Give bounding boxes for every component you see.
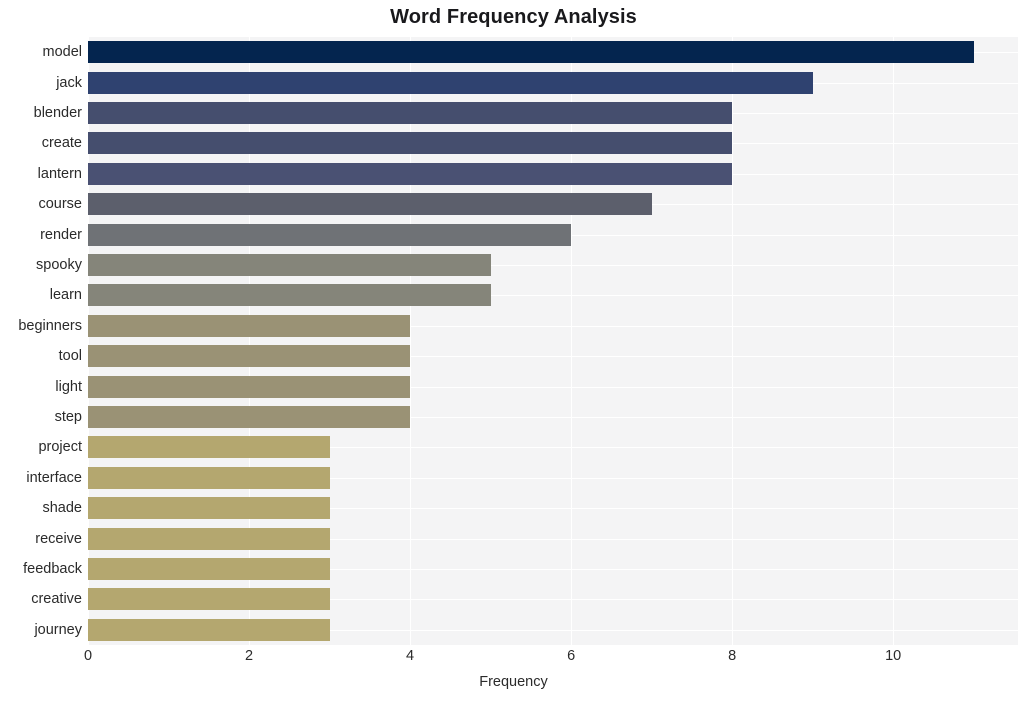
bar-series [88,37,1018,645]
y-tick-label: light [55,378,82,395]
y-tick-label: spooky [36,257,82,273]
y-tick-label: journey [34,621,82,638]
y-tick-label: shade [42,500,82,517]
y-tick-label: beginners [18,317,82,334]
y-tick-label: blender [33,105,82,121]
y-tick-label: receive [35,530,82,547]
bar [88,284,491,307]
bar [88,162,733,185]
bar [88,618,330,641]
y-tick-label: project [38,439,82,456]
y-tick-label: jack [56,74,82,91]
bar [88,558,330,580]
word-frequency-bar-chart: Word Frequency Analysis model jack blender… [0,0,1027,701]
y-tick-label: learn [49,287,82,304]
y-axis-tick-labels: model jack blender create lantern course rende… [0,37,82,645]
bar [88,375,411,398]
x-axis-title: Frequency [479,674,548,690]
x-axis-tick-labels: 0 2 4 6 8 10 [84,648,1018,670]
y-tick-label: tool [58,348,82,365]
bar [88,71,813,94]
y-tick-label: course [38,196,82,213]
x-tick-label: 10 [885,648,902,664]
bar [88,193,652,216]
bar [88,497,330,520]
bar [88,527,330,550]
y-tick-label: lantern [37,165,82,182]
x-tick-label: 0 [83,648,93,664]
y-tick-label: step [54,409,82,425]
bar [88,102,733,124]
bar [88,588,330,611]
x-tick-label: 2 [244,648,254,664]
bar [88,314,411,337]
y-tick-label: render [40,226,82,243]
bar [88,254,491,276]
bar [88,436,330,459]
y-tick-label: create [41,135,82,152]
y-tick-label: creative [31,591,82,608]
y-tick-label: model [42,44,83,61]
x-tick-label: 4 [406,648,415,664]
y-tick-label: feedback [23,561,82,577]
bar [88,132,733,155]
bar [88,41,974,64]
plot-area [88,37,1018,645]
bar [88,466,330,489]
bar [88,345,411,368]
bar [88,223,572,246]
bar [88,406,411,428]
x-tick-label: 6 [567,648,576,664]
y-tick-label: interface [26,469,82,486]
x-tick-label: 8 [728,648,737,664]
chart-title: Word Frequency Analysis [390,6,637,28]
